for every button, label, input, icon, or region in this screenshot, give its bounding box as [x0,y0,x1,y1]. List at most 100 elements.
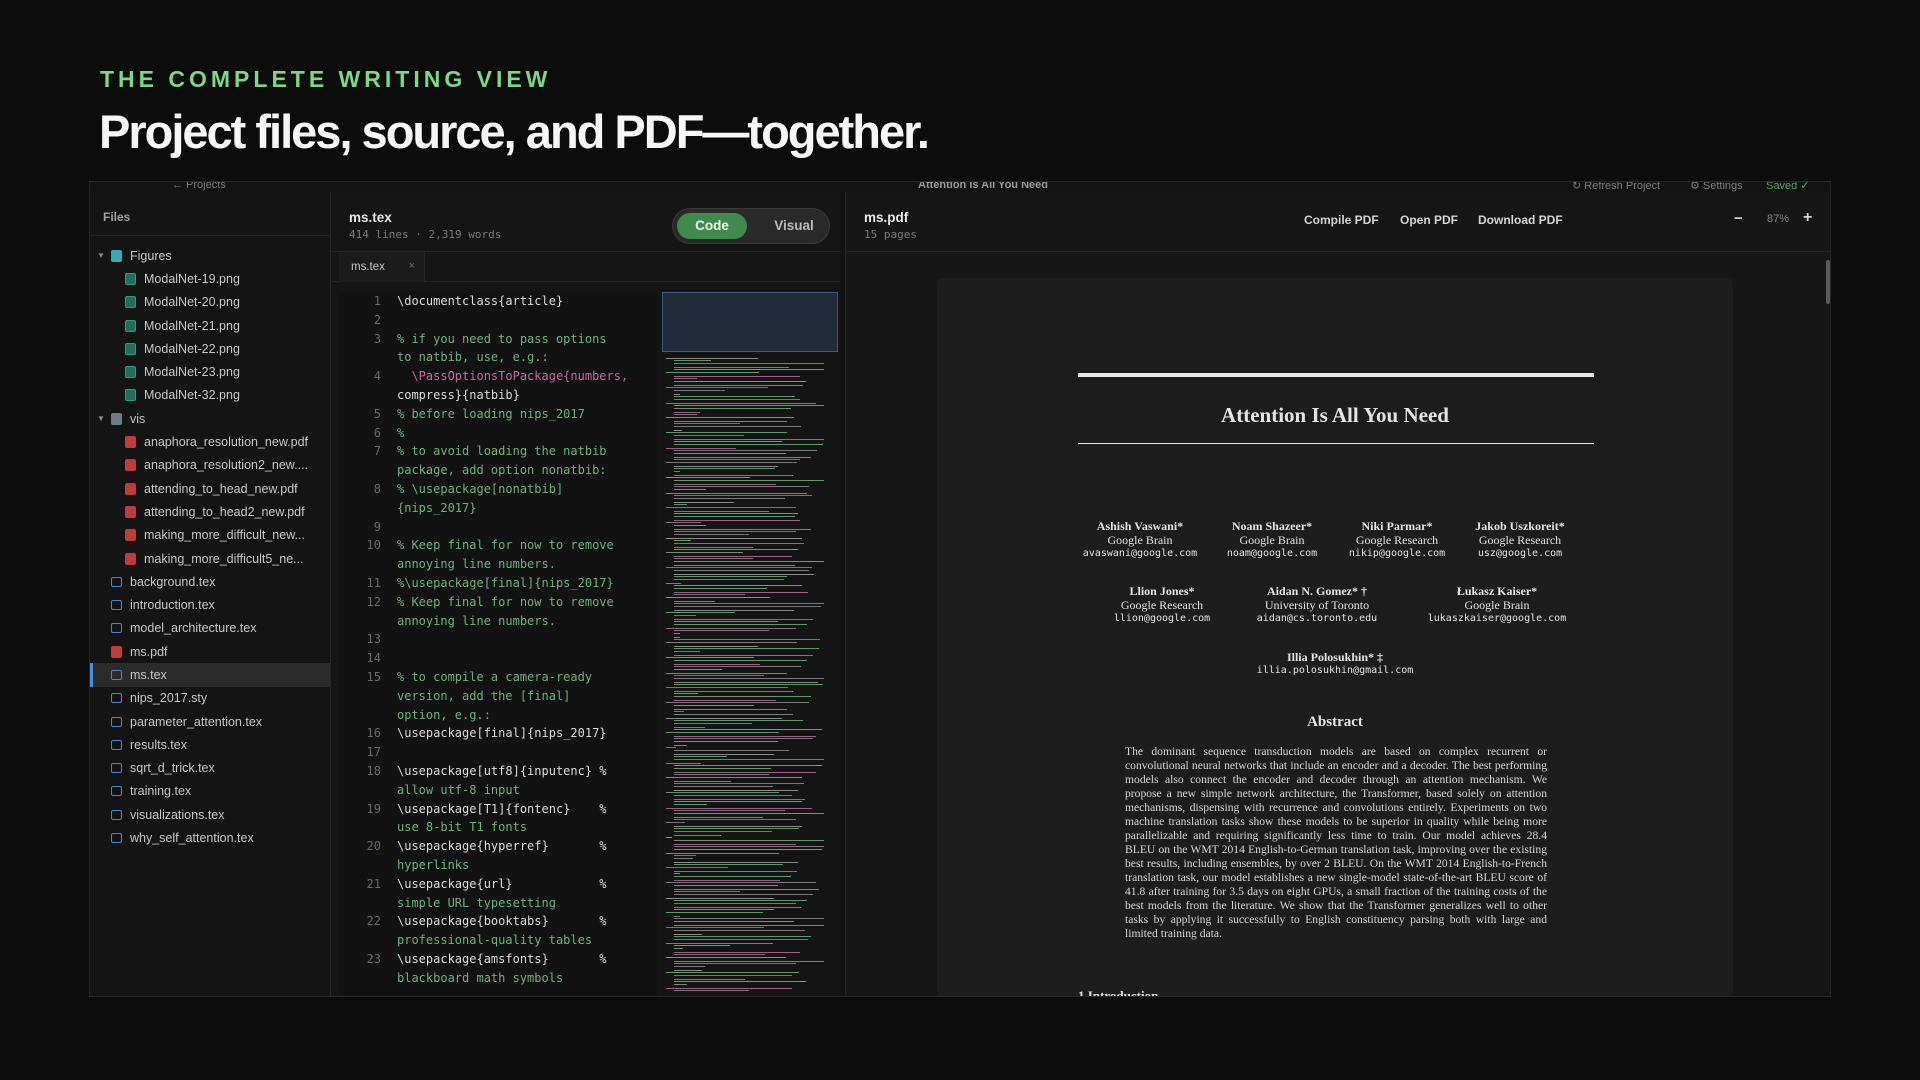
code-line[interactable]: 18 \usepackage[utf8]{inputenc} % [339,762,657,781]
code-line[interactable]: 14 [339,649,657,668]
code-line[interactable]: use 8-bit T1 fonts [339,818,657,837]
code-line[interactable]: version, add the [final] [339,687,657,706]
file-item[interactable]: results.tex [90,733,330,756]
file-item[interactable]: ModalNet-22.png [90,337,330,360]
file-item[interactable]: ModalNet-19.png [90,267,330,290]
visual-mode-button[interactable]: Visual [767,213,821,239]
file-item[interactable]: attending_to_head2_new.pdf [90,500,330,523]
file-item[interactable]: ModalNet-20.png [90,291,330,314]
minimap-line [674,858,693,859]
minimap-line [674,720,803,721]
file-item[interactable]: ModalNet-21.png [90,314,330,337]
code-line[interactable]: 3 % if you need to pass options [339,330,657,349]
file-item[interactable]: anaphora_resolution_new.pdf [90,430,330,453]
file-item[interactable]: anaphora_resolution2_new.... [90,454,330,477]
code-line[interactable]: compress}{natbib} [339,386,657,405]
refresh-project-button[interactable]: ↻ Refresh Project [1572,182,1660,192]
code-line[interactable]: 4 \PassOptionsToPackage{numbers, [339,367,657,386]
file-item[interactable]: training.tex [90,780,330,803]
file-item[interactable]: visualizations.tex [90,803,330,826]
minimap-line [674,684,823,685]
code-text: % if you need to pass options [397,331,607,346]
file-item[interactable]: ms.pdf [90,640,330,663]
code-line[interactable]: simple URL typesetting [339,894,657,913]
code-line[interactable]: 22 \usepackage{booktabs} % [339,912,657,931]
minimap-viewport[interactable] [662,292,838,352]
code-line[interactable]: blackboard math symbols [339,969,657,988]
code-line[interactable]: {nips_2017} [339,499,657,518]
code-line[interactable]: 10 % Keep final for now to remove [339,536,657,555]
file-item[interactable]: why_self_attention.tex [90,826,330,849]
folder-vis[interactable]: ▼ vis [90,407,330,430]
file-item[interactable]: ModalNet-32.png [90,384,330,407]
file-item[interactable]: making_more_difficult_new... [90,524,330,547]
author-block: Jakob Uszkoreit* Google Research usz@goo… [1455,519,1585,561]
code-line[interactable]: 23 \usepackage{amsfonts} % [339,950,657,969]
file-item[interactable]: sqrt_d_trick.tex [90,757,330,780]
code-line[interactable]: option, e.g.: [339,706,657,725]
code-line[interactable]: 15 % to compile a camera-ready [339,668,657,687]
file-item[interactable]: making_more_difficult5_ne... [90,547,330,570]
minimap-line [674,894,813,895]
file-item[interactable]: parameter_attention.tex [90,710,330,733]
code-line[interactable]: 20 \usepackage{hyperref} % [339,837,657,856]
code-line[interactable]: 12 % Keep final for now to remove [339,593,657,612]
code-line[interactable]: 5 % before loading nips_2017 [339,405,657,424]
file-item[interactable]: introduction.tex [90,593,330,616]
code-line[interactable]: annoying line numbers. [339,555,657,574]
minimap-line [666,642,797,643]
code-text: allow utf-8 input [397,782,520,797]
code-line[interactable]: package, add option nonatbib: [339,461,657,480]
pdf-scrollbar[interactable] [1826,260,1830,304]
code-mode-button[interactable]: Code [677,213,747,239]
minimap-line [674,801,802,802]
minimap-line [674,570,809,571]
code-line[interactable]: 2 [339,311,657,330]
code-line[interactable]: 16 \usepackage[final]{nips_2017} [339,724,657,743]
minimap-line [674,840,824,841]
code-text: % to avoid loading the natbib [397,444,607,459]
tab-ms-tex[interactable]: ms.tex × [339,252,425,282]
code-line[interactable]: 13 [339,630,657,649]
open-pdf-button[interactable]: Open PDF [1400,213,1458,227]
minimap-line [674,693,698,694]
file-item[interactable]: nips_2017.sty [90,687,330,710]
code-line[interactable]: 21 \usepackage{url} % [339,875,657,894]
editor-filename: ms.tex [349,210,392,225]
code-line[interactable]: hyperlinks [339,856,657,875]
file-label: nips_2017.sty [130,691,208,706]
settings-button[interactable]: ⚙ Settings [1690,182,1743,192]
file-item[interactable]: attending_to_head_new.pdf [90,477,330,500]
folder-figures[interactable]: ▼ Figures [90,244,330,267]
code-line[interactable]: professional-quality tables [339,931,657,950]
code-text: version, add the [final] [397,688,571,703]
compile-pdf-button[interactable]: Compile PDF [1304,213,1379,227]
code-line[interactable]: 8 % \usepackage[nonatbib] [339,480,657,499]
code-line[interactable]: annoying line numbers. [339,612,657,631]
code-text: % Keep final for now to remove [397,538,614,553]
code-text: {nips_2017} [397,500,477,515]
code-line[interactable]: 7 % to avoid loading the natbib [339,442,657,461]
code-line[interactable]: 17 [339,743,657,762]
code-line[interactable]: 19 \usepackage[T1]{fontenc} % [339,800,657,819]
code-line[interactable]: 1 \documentclass{article} [339,292,657,311]
code-line[interactable]: 6% [339,424,657,443]
code-editor[interactable]: 1 \documentclass{article} 2 3% if you need … [339,292,657,996]
minimap-line [674,783,804,784]
code-line[interactable]: to natbib, use, e.g.: [339,348,657,367]
code-line[interactable]: 11 %\usepackage[final]{nips_2017} [339,574,657,593]
close-icon[interactable]: × [409,260,415,272]
zoom-out-button[interactable]: − [1734,210,1743,227]
code-line[interactable]: allow utf-8 input [339,781,657,800]
line-number [339,931,397,950]
file-item[interactable]: background.tex [90,570,330,593]
download-pdf-button[interactable]: Download PDF [1478,213,1563,227]
file-item[interactable]: ModalNet-23.png [90,360,330,383]
zoom-in-button[interactable]: + [1803,209,1812,227]
minimap-line [674,426,801,427]
back-to-projects-link[interactable]: ← Projects [172,182,226,191]
file-item[interactable]: model_architecture.tex [90,617,330,640]
file-item-selected[interactable]: ms.tex [90,663,330,687]
code-minimap[interactable] [662,292,840,996]
code-line[interactable]: 9 [339,518,657,537]
